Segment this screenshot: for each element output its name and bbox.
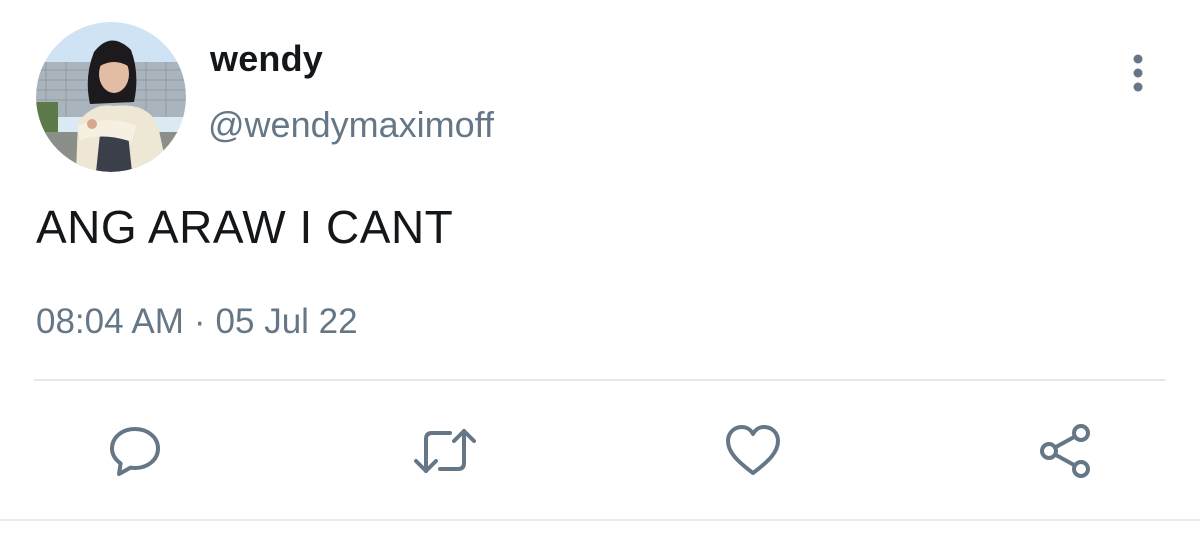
tweet-card: wendy @wendymaximoff ANG ARAW I CANT 08:… xyxy=(0,0,1200,539)
more-options-button[interactable] xyxy=(1118,48,1158,98)
avatar-image xyxy=(36,22,186,172)
tweet-time: 08:04 AM xyxy=(36,302,184,341)
comment-icon xyxy=(110,427,160,476)
bottom-divider xyxy=(0,519,1200,521)
avatar[interactable] xyxy=(36,22,186,172)
action-bar xyxy=(0,418,1200,484)
heart-icon xyxy=(726,425,780,475)
divider xyxy=(34,379,1165,381)
like-button[interactable] xyxy=(720,418,786,484)
retweet-icon xyxy=(414,429,476,473)
reply-button[interactable] xyxy=(102,418,168,484)
tweet-date: 05 Jul 22 xyxy=(215,302,358,341)
tweet-timestamp[interactable]: 08:04 AM · 05 Jul 22 xyxy=(36,302,358,342)
more-vertical-icon xyxy=(1133,54,1143,92)
display-name[interactable]: wendy xyxy=(210,38,323,80)
share-button[interactable] xyxy=(1032,418,1098,484)
user-handle[interactable]: @wendymaximoff xyxy=(208,104,494,146)
share-icon xyxy=(1040,424,1090,478)
tweet-text: ANG ARAW I CANT xyxy=(36,201,454,253)
retweet-button[interactable] xyxy=(412,418,478,484)
timestamp-separator: · xyxy=(193,302,206,341)
